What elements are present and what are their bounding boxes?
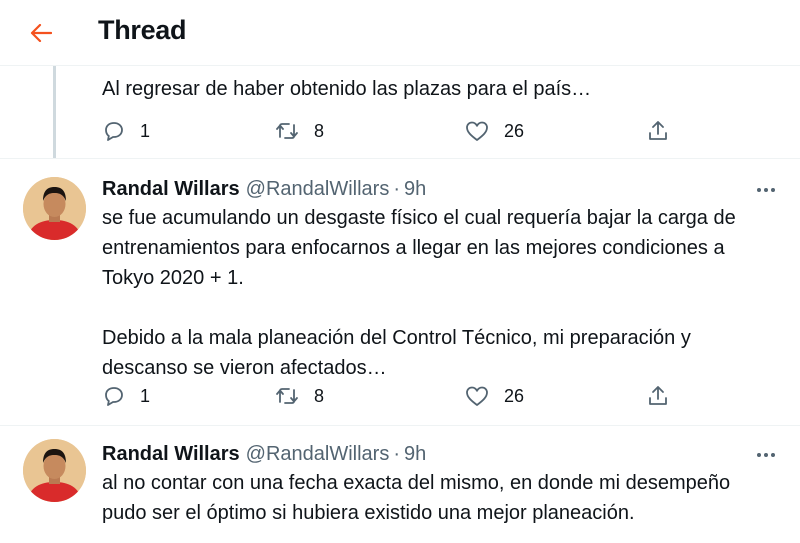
tweet-text-line: descanso se vieron afectados… (102, 357, 387, 379)
share-button[interactable] (646, 116, 670, 146)
share-icon (649, 121, 667, 140)
tweet-actions: 1 8 26 (102, 116, 682, 146)
share-icon (649, 386, 667, 405)
avatar[interactable] (23, 177, 86, 240)
share-button[interactable] (646, 381, 670, 411)
like-button[interactable]: 26 (464, 381, 524, 411)
arrow-left-icon (30, 24, 52, 42)
reply-count: 1 (140, 385, 151, 406)
back-button[interactable] (24, 18, 58, 48)
like-button[interactable]: 26 (464, 116, 524, 146)
reply-icon (105, 387, 123, 406)
divider (0, 158, 800, 159)
tweet-header: Randal Willars @RandalWillars · 9h (102, 176, 426, 202)
retweet-button[interactable]: 8 (274, 381, 324, 411)
thread-connector-line (53, 66, 56, 158)
author-handle[interactable]: @RandalWillars (246, 178, 390, 200)
separator-dot: · (393, 178, 400, 200)
like-icon (466, 386, 488, 406)
tweet-time[interactable]: 9h (404, 443, 426, 465)
tweet-time[interactable]: 9h (404, 178, 426, 200)
more-button[interactable] (752, 180, 780, 200)
reply-icon (105, 122, 123, 141)
retweet-icon (276, 123, 298, 139)
like-count: 26 (504, 385, 525, 406)
tweet-text-blank-line (102, 293, 782, 323)
separator-dot: · (393, 443, 400, 465)
tweet-text-line: pudo ser el óptimo si hubiera existido u… (102, 502, 635, 524)
tweet-text: se fue acumulando un desgaste físico el … (102, 203, 782, 383)
tweet-text: al no contar con una fecha exacta del mi… (102, 468, 782, 528)
more-button[interactable] (752, 445, 780, 465)
author-name[interactable]: Randal Willars (102, 443, 240, 465)
retweet-count: 8 (314, 120, 325, 141)
retweet-count: 8 (314, 385, 325, 406)
reply-count: 1 (140, 120, 151, 141)
author-name[interactable]: Randal Willars (102, 178, 240, 200)
retweet-icon (276, 388, 298, 404)
like-icon (466, 121, 488, 141)
reply-button[interactable]: 1 (102, 116, 150, 146)
tweet-text-line: entrenamientos para enfocarnos a llegar … (102, 237, 725, 259)
tweet-text-line: al no contar con una fecha exacta del mi… (102, 472, 731, 494)
like-count: 26 (504, 120, 525, 141)
more-icon (757, 188, 761, 192)
tweet-actions: 1 8 26 (102, 381, 682, 411)
tweet-text-line: Debido a la mala planeación del Control … (102, 327, 691, 349)
tweet-header: Randal Willars @RandalWillars · 9h (102, 441, 426, 467)
divider (0, 425, 800, 426)
retweet-button[interactable]: 8 (274, 116, 324, 146)
author-handle[interactable]: @RandalWillars (246, 443, 390, 465)
avatar[interactable] (23, 439, 86, 502)
reply-button[interactable]: 1 (102, 381, 150, 411)
header: Thread (0, 0, 800, 66)
tweet-text-line: Tokyo 2020 + 1. (102, 267, 244, 289)
tweet-text-line: se fue acumulando un desgaste físico el … (102, 207, 736, 229)
tweet-text: Al regresar de haber obtenido las plazas… (102, 78, 592, 100)
page-title: Thread (98, 15, 187, 45)
more-icon (757, 453, 761, 457)
